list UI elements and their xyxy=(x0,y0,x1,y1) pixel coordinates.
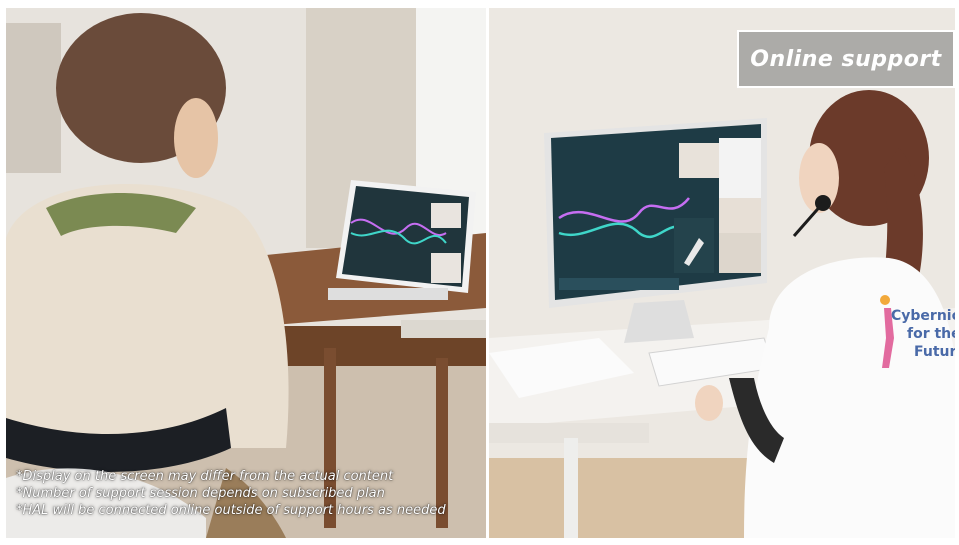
disclaimer-line: *Number of support session depends on su… xyxy=(16,486,385,501)
woman-face xyxy=(174,98,218,178)
shelf xyxy=(6,23,61,173)
disclaimer-line: *Display on the screen may differ from t… xyxy=(16,469,394,484)
disclaimer-line: *HAL will be connected online outside of… xyxy=(16,503,446,518)
staff-hand xyxy=(695,385,723,421)
desk-leg xyxy=(564,438,578,538)
shirt-text-line-2: for the xyxy=(907,326,955,342)
disclaimer-notes: *Display on the screen may differ from t… xyxy=(16,468,496,519)
walking-figure-head xyxy=(880,295,890,305)
left-scene xyxy=(6,8,486,538)
shirt-text-line-3: Futur xyxy=(914,344,955,360)
books xyxy=(401,320,486,338)
photo-frame: Cybernics for the Futur Online support *… xyxy=(0,0,959,545)
online-support-label: Online support xyxy=(750,46,942,72)
shirt-text-line-1: Cybernics xyxy=(891,308,955,324)
online-support-badge: Online support xyxy=(737,30,955,88)
left-photo-panel xyxy=(6,8,486,538)
